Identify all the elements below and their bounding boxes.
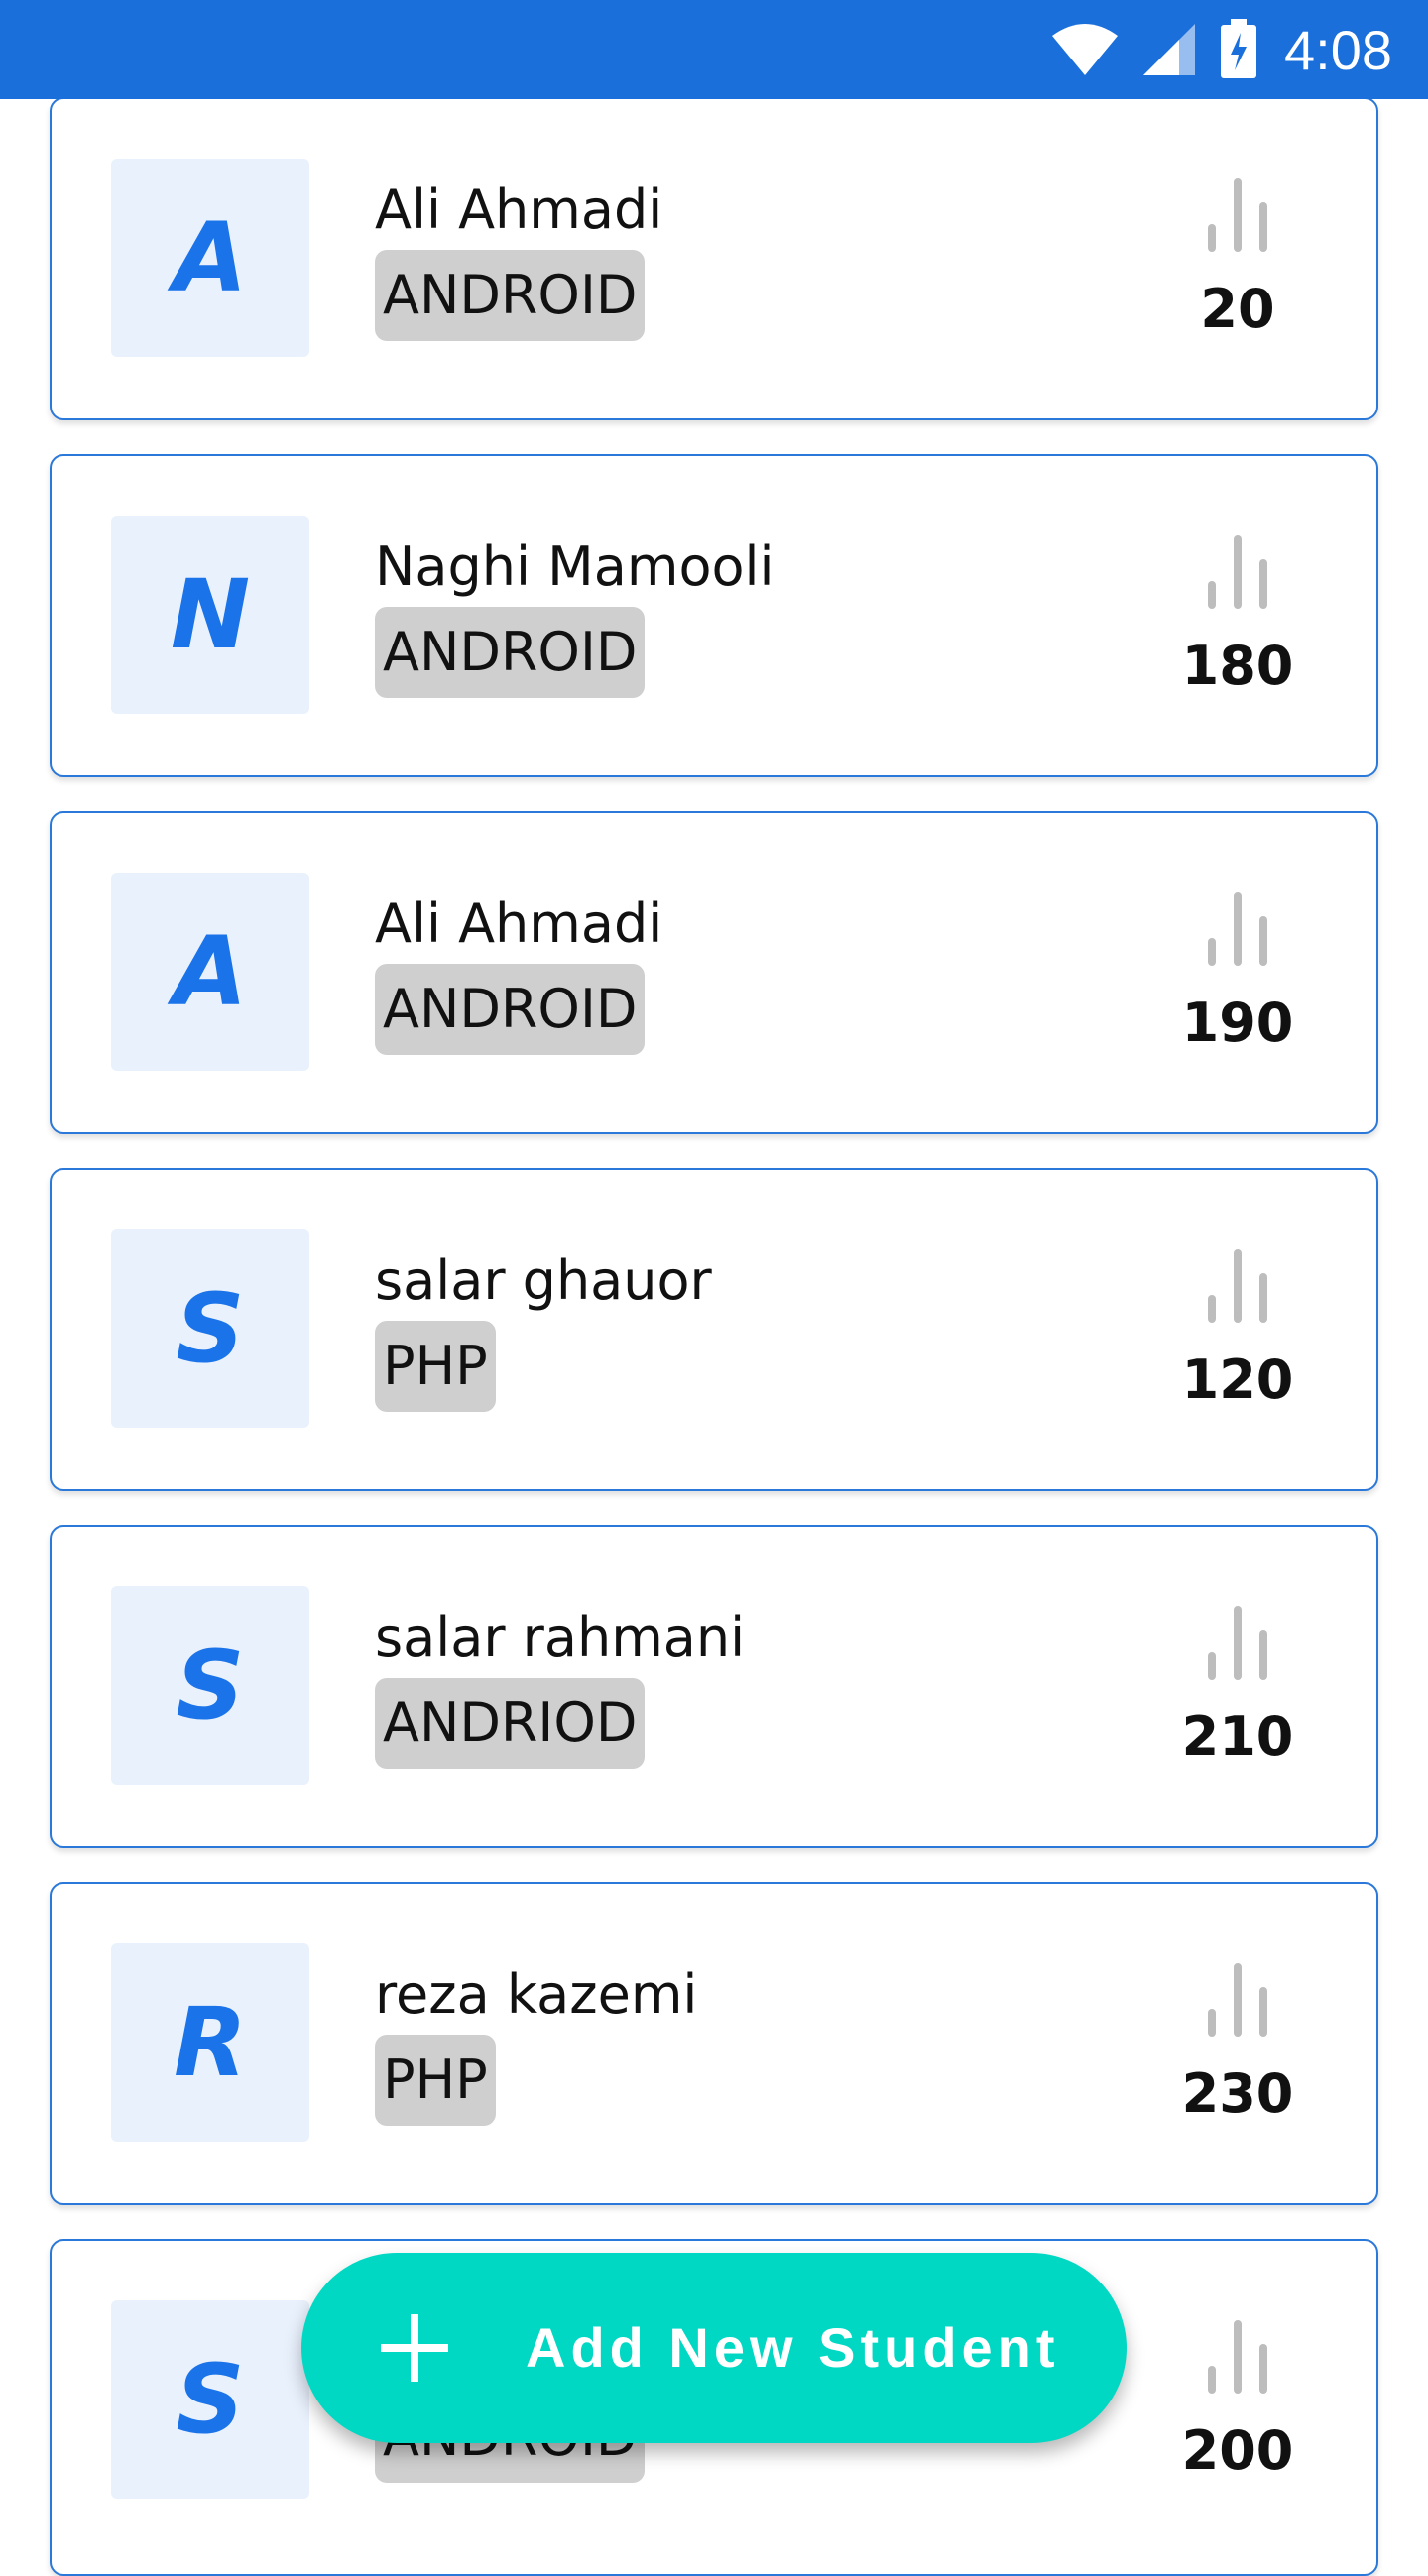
avatar: S — [111, 2300, 309, 2499]
avatar-initial: A — [173, 202, 248, 313]
bar-chart-icon — [1208, 892, 1267, 966]
bar-chart-icon — [1208, 2320, 1267, 2394]
student-name: Naghi Mamooli — [375, 535, 774, 598]
avatar: S — [111, 1229, 309, 1428]
student-name: Ali Ahmadi — [375, 892, 663, 955]
score-value: 210 — [1181, 1705, 1294, 1768]
student-list[interactable]: A Ali Ahmadi ANDROID 20 N Naghi Mamooli … — [0, 0, 1428, 2576]
course-badge: ANDROID — [375, 250, 646, 341]
student-card[interactable]: A Ali Ahmadi ANDROID 20 — [50, 97, 1378, 420]
bar-chart-icon — [1208, 535, 1267, 609]
student-card[interactable]: S salar rahmani ANDRIOD 210 — [50, 1525, 1378, 1848]
avatar-initial: S — [176, 1273, 245, 1384]
course-badge: PHP — [375, 2035, 496, 2126]
avatar-initial: S — [176, 1630, 245, 1741]
plus-icon — [381, 2314, 448, 2382]
course-badge: ANDROID — [375, 964, 646, 1055]
student-name: salar rahmani — [375, 1606, 746, 1669]
student-card[interactable]: S salar ghauor PHP 120 — [50, 1168, 1378, 1491]
battery-charging-icon — [1219, 19, 1258, 80]
score-value: 230 — [1181, 2062, 1294, 2125]
avatar-initial: A — [173, 916, 248, 1027]
avatar-initial: R — [174, 1987, 247, 2098]
bar-chart-icon — [1208, 178, 1267, 252]
status-bar: 4:08 — [0, 0, 1428, 99]
avatar: N — [111, 516, 309, 714]
student-card[interactable]: R reza kazemi PHP 230 — [50, 1882, 1378, 2205]
course-badge: ANDROID — [375, 607, 646, 698]
score-value: 200 — [1181, 2419, 1294, 2482]
bar-chart-icon — [1208, 1606, 1267, 1680]
bar-chart-icon — [1208, 1249, 1267, 1323]
avatar: A — [111, 873, 309, 1071]
wifi-icon — [1050, 22, 1120, 77]
course-badge: PHP — [375, 1321, 496, 1412]
course-badge: ANDRIOD — [375, 1678, 646, 1769]
bar-chart-icon — [1208, 1963, 1267, 2037]
avatar: A — [111, 159, 309, 357]
avatar: S — [111, 1586, 309, 1785]
score-value: 190 — [1181, 992, 1294, 1054]
student-name: reza kazemi — [375, 1963, 698, 2026]
student-name: Ali Ahmadi — [375, 178, 663, 241]
score-value: 180 — [1181, 635, 1294, 697]
student-card[interactable]: N Naghi Mamooli ANDROID 180 — [50, 454, 1378, 777]
avatar-initial: N — [170, 559, 251, 670]
avatar: R — [111, 1943, 309, 2142]
status-time: 4:08 — [1284, 18, 1392, 81]
student-card[interactable]: A Ali Ahmadi ANDROID 190 — [50, 811, 1378, 1134]
signal-icon — [1141, 22, 1197, 77]
score-value: 120 — [1181, 1348, 1294, 1411]
add-new-student-button[interactable]: Add New Student — [301, 2253, 1127, 2443]
avatar-initial: S — [176, 2344, 245, 2455]
score-value: 20 — [1200, 278, 1275, 340]
add-new-student-label: Add New Student — [526, 2316, 1060, 2379]
student-name: salar ghauor — [375, 1249, 712, 1312]
